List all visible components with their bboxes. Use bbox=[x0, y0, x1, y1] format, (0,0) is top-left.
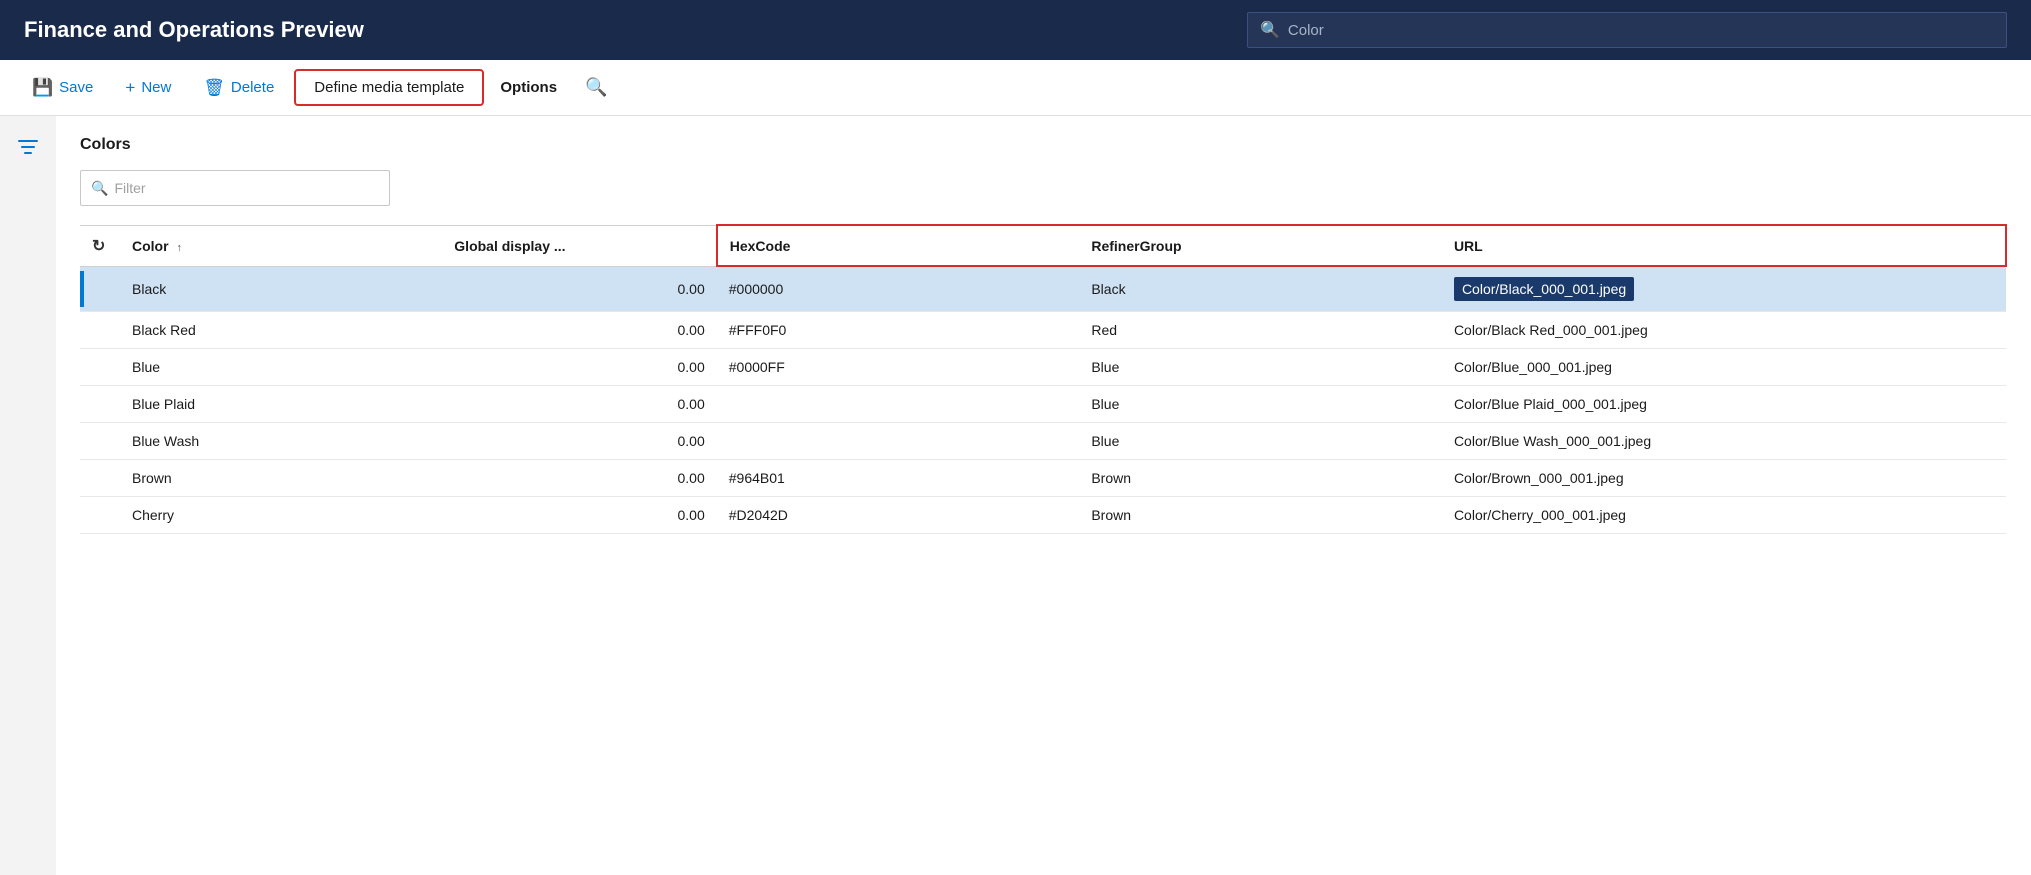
toolbar: 💾 Save + New 🗑 Delete Define media templ… bbox=[0, 60, 2031, 116]
table-row[interactable]: Brown0.00#964B01BrownColor/Brown_000_001… bbox=[80, 460, 2006, 497]
define-media-template-button[interactable]: Define media template bbox=[294, 69, 484, 106]
row-select-bar bbox=[80, 312, 120, 349]
th-url: URL bbox=[1442, 225, 2006, 266]
cell-global-display: 0.00 bbox=[442, 497, 716, 534]
row-select-bar bbox=[80, 386, 120, 423]
cell-refiner-group: Brown bbox=[1079, 497, 1442, 534]
table-row[interactable]: Blue Wash0.00 BlueColor/Blue Wash_000_001… bbox=[80, 423, 2006, 460]
cell-color: Brown bbox=[120, 460, 442, 497]
cell-hexcode: #000000 bbox=[717, 266, 1080, 312]
cell-url: Color/Blue Plaid_000_001.jpeg bbox=[1442, 386, 2006, 423]
refresh-icon[interactable]: ↻ bbox=[92, 238, 105, 255]
new-button[interactable]: + New bbox=[109, 70, 187, 106]
cell-color: Blue Wash bbox=[120, 423, 442, 460]
row-select-bar bbox=[80, 423, 120, 460]
global-search-input[interactable] bbox=[1288, 22, 1994, 39]
cell-url: Color/Blue Wash_000_001.jpeg bbox=[1442, 423, 2006, 460]
filter-input[interactable] bbox=[114, 180, 379, 196]
cell-url: Color/Blue_000_001.jpeg bbox=[1442, 349, 2006, 386]
filter-button[interactable] bbox=[17, 136, 39, 164]
th-hexcode: HexCode bbox=[717, 225, 1080, 266]
cell-color: Blue Plaid bbox=[120, 386, 442, 423]
cell-hexcode bbox=[717, 423, 1080, 460]
global-search-icon: 🔍 bbox=[1260, 20, 1280, 40]
th-global-display: Global display ... bbox=[442, 225, 716, 266]
url-selected-value: Color/Black_000_001.jpeg bbox=[1454, 277, 1634, 301]
cell-global-display: 0.00 bbox=[442, 460, 716, 497]
main-content: Colors 🔍 ↻ Color ↑ Global display ... bbox=[0, 116, 2031, 875]
row-select-bar bbox=[80, 497, 120, 534]
cell-color: Cherry bbox=[120, 497, 442, 534]
th-refiner-group: RefinerGroup bbox=[1079, 225, 1442, 266]
cell-url: Color/Black Red_000_001.jpeg bbox=[1442, 312, 2006, 349]
toolbar-search-icon: 🔍 bbox=[585, 77, 607, 98]
cell-url: Color/Cherry_000_001.jpeg bbox=[1442, 497, 2006, 534]
th-refresh: ↻ bbox=[80, 225, 120, 266]
save-icon: 💾 bbox=[32, 78, 53, 98]
top-bar: Finance and Operations Preview 🔍 bbox=[0, 0, 2031, 60]
row-select-bar bbox=[80, 460, 120, 497]
cell-global-display: 0.00 bbox=[442, 266, 716, 312]
filter-sidebar bbox=[0, 116, 56, 875]
cell-hexcode bbox=[717, 386, 1080, 423]
cell-refiner-group: Blue bbox=[1079, 386, 1442, 423]
save-button[interactable]: 💾 Save bbox=[16, 70, 109, 106]
table-header-row: ↻ Color ↑ Global display ... HexCode Ref… bbox=[80, 225, 2006, 266]
delete-icon: 🗑 bbox=[203, 78, 225, 98]
cell-refiner-group: Brown bbox=[1079, 460, 1442, 497]
sort-icon[interactable]: ↑ bbox=[176, 242, 182, 254]
table-row[interactable]: Blue Plaid0.00 BlueColor/Blue Plaid_000_0… bbox=[80, 386, 2006, 423]
cell-url: Color/Brown_000_001.jpeg bbox=[1442, 460, 2006, 497]
table-row[interactable]: Cherry0.00#D2042DBrownColor/Cherry_000_0… bbox=[80, 497, 2006, 534]
cell-global-display: 0.00 bbox=[442, 349, 716, 386]
filter-search-icon: 🔍 bbox=[91, 180, 108, 197]
global-search-box[interactable]: 🔍 bbox=[1247, 12, 2007, 48]
cell-hexcode: #964B01 bbox=[717, 460, 1080, 497]
cell-refiner-group: Blue bbox=[1079, 349, 1442, 386]
options-button[interactable]: Options bbox=[484, 71, 573, 104]
table-row[interactable]: Blue0.00#0000FFBlueColor/Blue_000_001.jp… bbox=[80, 349, 2006, 386]
cell-refiner-group: Red bbox=[1079, 312, 1442, 349]
filter-input-wrap: 🔍 bbox=[80, 170, 390, 206]
cell-hexcode: #D2042D bbox=[717, 497, 1080, 534]
cell-color: Black bbox=[120, 266, 442, 312]
data-table: ↻ Color ↑ Global display ... HexCode Ref… bbox=[80, 224, 2007, 534]
cell-url: Color/Black_000_001.jpeg bbox=[1442, 266, 2006, 312]
cell-hexcode: #0000FF bbox=[717, 349, 1080, 386]
row-select-bar bbox=[80, 349, 120, 386]
cell-global-display: 0.00 bbox=[442, 423, 716, 460]
cell-hexcode: #FFF0F0 bbox=[717, 312, 1080, 349]
filter-icon bbox=[17, 136, 39, 158]
delete-button[interactable]: 🗑 Delete bbox=[187, 70, 290, 106]
section-title: Colors bbox=[80, 136, 2007, 154]
cell-color: Blue bbox=[120, 349, 442, 386]
row-select-bar bbox=[80, 266, 120, 312]
cell-global-display: 0.00 bbox=[442, 312, 716, 349]
content-area: Colors 🔍 ↻ Color ↑ Global display ... bbox=[56, 116, 2031, 875]
cell-color: Black Red bbox=[120, 312, 442, 349]
toolbar-search-button[interactable]: 🔍 bbox=[573, 69, 619, 106]
table-row[interactable]: Black Red0.00#FFF0F0RedColor/Black Red_0… bbox=[80, 312, 2006, 349]
cell-refiner-group: Black bbox=[1079, 266, 1442, 312]
th-color: Color ↑ bbox=[120, 225, 442, 266]
plus-icon: + bbox=[125, 78, 135, 98]
cell-global-display: 0.00 bbox=[442, 386, 716, 423]
table-row[interactable]: Black0.00#000000BlackColor/Black_000_001… bbox=[80, 266, 2006, 312]
app-title: Finance and Operations Preview bbox=[24, 17, 364, 43]
cell-refiner-group: Blue bbox=[1079, 423, 1442, 460]
